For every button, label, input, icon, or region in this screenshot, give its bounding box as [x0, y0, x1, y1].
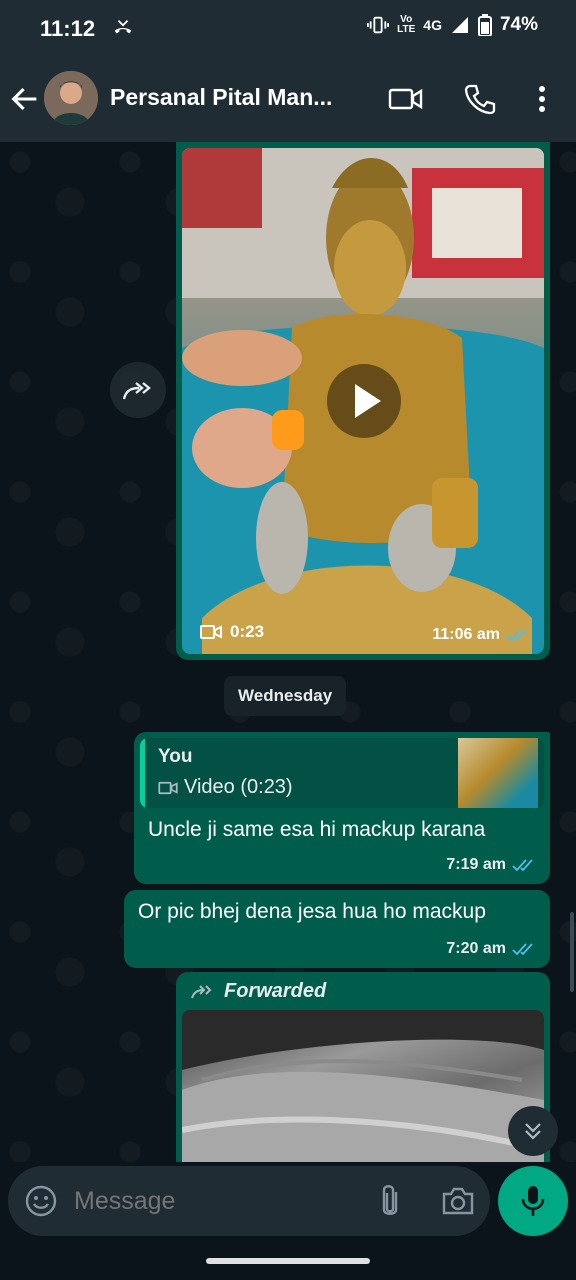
missed-call-icon: [114, 20, 132, 34]
text-message[interactable]: Or pic bhej dena jesa hua ho mackup 7:20…: [124, 890, 550, 968]
video-thumbnail[interactable]: 0:23 11:06 am: [182, 148, 544, 654]
quote-content: Video (0:23): [158, 776, 293, 799]
contact-avatar[interactable]: [44, 71, 98, 125]
chat-title[interactable]: Persanal Pital Man...: [110, 84, 332, 111]
play-icon: [355, 384, 381, 418]
quote-author: You: [158, 746, 193, 767]
quote-thumbnail: [458, 738, 538, 808]
video-camera-icon: [158, 781, 178, 794]
message-composer: [8, 1166, 490, 1236]
video-duration-text: 0:23: [230, 622, 265, 641]
read-ticks-icon: [512, 859, 533, 872]
message-text: Or pic bhej dena jesa hua ho mackup: [138, 900, 486, 923]
forwarded-text: Forwarded: [224, 980, 327, 1002]
more-options-icon[interactable]: [524, 82, 560, 116]
quote-text: Video (0:23): [184, 776, 293, 798]
microphone-icon: [521, 1186, 545, 1216]
forward-button[interactable]: [110, 362, 166, 418]
date-separator-text: Wednesday: [238, 686, 333, 705]
reply-message[interactable]: You Video (0:23) Uncle ji same esa hi ma…: [134, 732, 550, 884]
scrollbar[interactable]: [570, 912, 574, 992]
forwarded-icon: [191, 984, 212, 998]
voice-message-button[interactable]: [498, 1166, 568, 1236]
forwarded-label: Forwarded: [190, 980, 326, 1003]
forward-icon: [122, 382, 151, 400]
emoji-icon[interactable]: [24, 1184, 58, 1218]
forwarded-image-content: [182, 1010, 544, 1162]
video-camera-icon: [200, 625, 222, 639]
battery-percent: 74%: [499, 14, 538, 35]
home-indicator[interactable]: [206, 1258, 370, 1264]
message-timestamp: 7:20 am: [446, 940, 536, 958]
chat-header: Persanal Pital Man...: [0, 56, 576, 142]
forwarded-message[interactable]: Forwarded: [176, 972, 550, 1162]
message-time-text: 7:19 am: [446, 856, 506, 873]
video-time-text: 11:06 am: [432, 626, 500, 643]
camera-icon[interactable]: [440, 1184, 476, 1218]
battery-icon: [477, 14, 492, 36]
avatar-image: [44, 71, 98, 125]
read-ticks-icon: [506, 629, 527, 642]
volte-indicator: Vo LTE: [397, 15, 415, 35]
video-call-icon[interactable]: [388, 82, 424, 116]
network-type: 4G: [423, 17, 442, 33]
volte-bottom: LTE: [397, 24, 416, 35]
video-duration: 0:23: [200, 622, 264, 642]
message-input[interactable]: [74, 1184, 364, 1218]
status-icons: Vo LTE 4G 74%: [367, 14, 538, 36]
forwarded-image[interactable]: [182, 1010, 544, 1162]
scroll-to-bottom-button[interactable]: [508, 1106, 558, 1156]
attach-icon[interactable]: [376, 1182, 404, 1220]
date-separator: Wednesday: [224, 676, 347, 716]
play-button[interactable]: [327, 364, 401, 438]
video-timestamp: 11:06 am: [432, 626, 530, 644]
double-chevron-down-icon: [525, 1123, 541, 1140]
message-time-text: 7:20 am: [446, 940, 506, 957]
message-timestamp: 7:19 am: [446, 856, 536, 874]
signal-icon: [451, 17, 468, 33]
back-arrow-icon[interactable]: [8, 82, 42, 116]
chat-area[interactable]: 0:23 11:06 am Wednesday You Video (0:23): [0, 142, 576, 1162]
quoted-message[interactable]: You Video (0:23): [140, 738, 544, 808]
quote-bar: [140, 738, 145, 808]
voice-call-icon[interactable]: [462, 82, 498, 116]
message-text: Uncle ji same esa hi mackup karana: [148, 818, 486, 841]
vibrate-icon: [367, 16, 390, 34]
video-message[interactable]: 0:23 11:06 am: [176, 142, 550, 660]
status-bar: 11:12 Vo LTE 4G 74%: [0, 0, 576, 56]
read-ticks-icon: [512, 943, 533, 956]
status-time: 11:12: [40, 16, 96, 41]
